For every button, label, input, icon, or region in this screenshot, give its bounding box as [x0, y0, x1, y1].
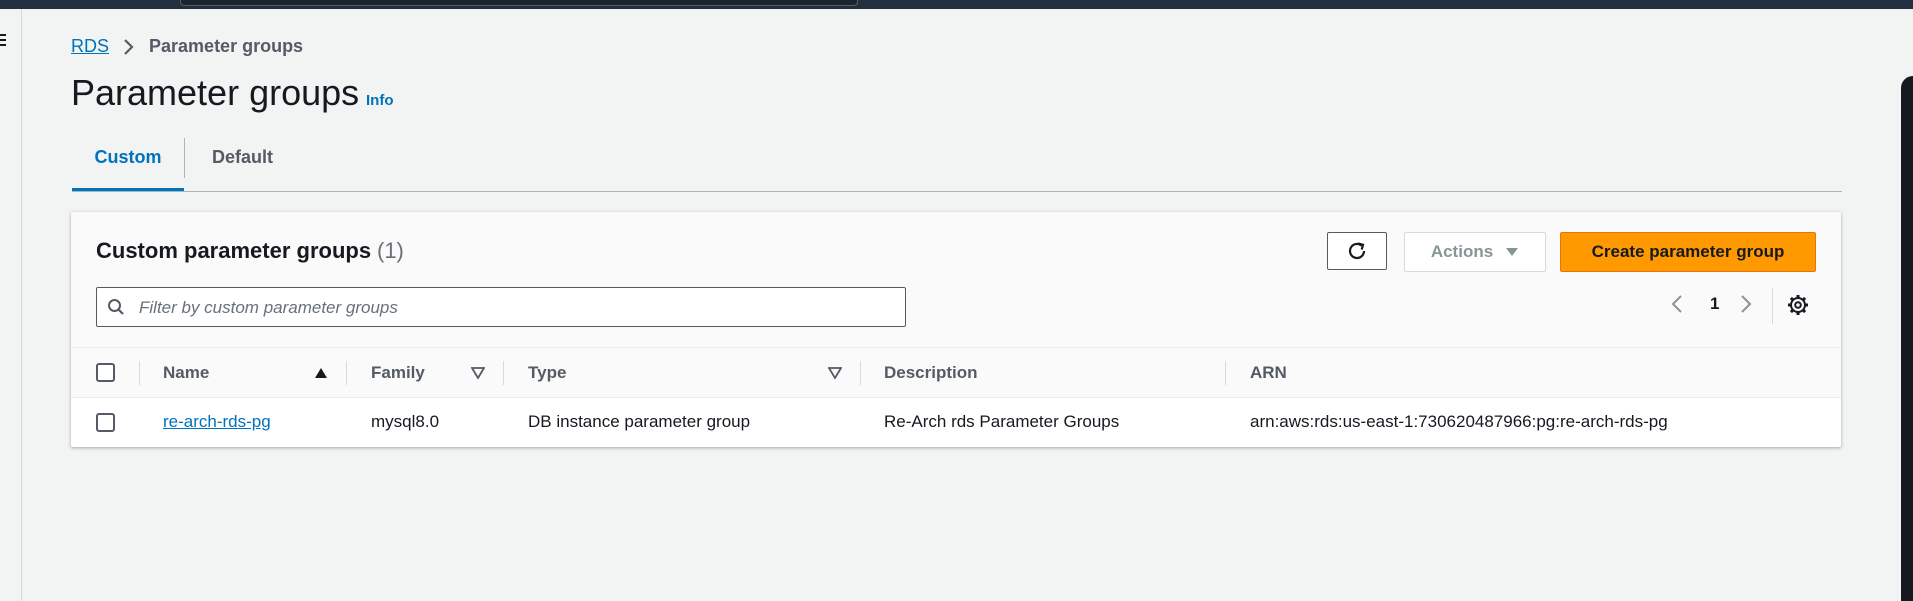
column-divider — [346, 361, 347, 385]
actions-dropdown-button[interactable]: Actions — [1404, 232, 1546, 272]
column-header-type[interactable]: Type — [528, 348, 566, 397]
breadcrumb: RDS Parameter groups — [71, 36, 303, 57]
row-type: DB instance parameter group — [528, 412, 751, 431]
page-number[interactable]: 1 — [1710, 294, 1719, 314]
tab-list: Custom Default — [72, 135, 1842, 192]
caret-down-icon — [1506, 248, 1519, 256]
breadcrumb-rds-link[interactable]: RDS — [71, 36, 109, 57]
tab-custom[interactable]: Custom — [72, 135, 184, 191]
sort-unsorted-icon[interactable] — [470, 366, 486, 384]
global-search-input[interactable] — [180, 0, 858, 6]
create-parameter-group-button[interactable]: Create parameter group — [1560, 232, 1816, 272]
side-navigation-rail — [0, 9, 22, 601]
refresh-icon — [1348, 242, 1366, 260]
parameter-groups-table-container: Custom parameter groups (1) Actions Crea… — [71, 212, 1841, 447]
gear-icon[interactable] — [1787, 294, 1809, 321]
column-divider — [139, 361, 140, 385]
row-select-checkbox[interactable] — [96, 413, 115, 432]
chevron-left-icon[interactable] — [1671, 294, 1683, 319]
chevron-right-icon — [123, 38, 135, 56]
table-count: (1) — [377, 238, 404, 263]
column-header-arn: ARN — [1250, 363, 1287, 382]
table-header: Name Family Type Description ARN — [71, 347, 1841, 398]
row-family: mysql8.0 — [371, 412, 440, 431]
column-header-name[interactable]: Name — [163, 348, 209, 397]
column-divider — [1225, 361, 1226, 385]
top-navigation-bar — [0, 0, 1913, 9]
table-title: Custom parameter groups — [96, 238, 372, 263]
column-header-description: Description — [884, 363, 978, 382]
select-all-checkbox[interactable] — [96, 363, 115, 382]
tab-default[interactable]: Default — [212, 135, 273, 188]
info-link[interactable]: Info — [366, 92, 394, 109]
page-title: Parameter groups — [71, 72, 360, 113]
search-icon — [107, 298, 125, 321]
pagination-divider — [1772, 288, 1773, 324]
row-arn: arn:aws:rds:us-east-1:730620487966:pg:re… — [1250, 412, 1668, 431]
filter-box — [96, 287, 906, 328]
filter-input[interactable] — [137, 288, 901, 328]
refresh-button[interactable] — [1327, 232, 1387, 270]
right-panel-edge — [1901, 76, 1913, 601]
menu-icon[interactable] — [0, 34, 6, 49]
tab-divider — [184, 138, 185, 178]
table-row: re-arch-rds-pg mysql8.0 DB instance para… — [71, 397, 1841, 447]
row-description: Re-Arch rds Parameter Groups — [884, 412, 1120, 431]
sort-ascending-icon[interactable] — [314, 366, 328, 384]
actions-label: Actions — [1430, 242, 1494, 261]
column-divider — [860, 361, 861, 385]
parameter-group-name-link[interactable]: re-arch-rds-pg — [163, 397, 271, 447]
chevron-right-icon[interactable] — [1740, 294, 1752, 319]
breadcrumb-current: Parameter groups — [149, 36, 304, 56]
sort-unsorted-icon[interactable] — [827, 366, 843, 384]
column-divider — [503, 361, 504, 385]
column-header-family[interactable]: Family — [371, 348, 425, 397]
